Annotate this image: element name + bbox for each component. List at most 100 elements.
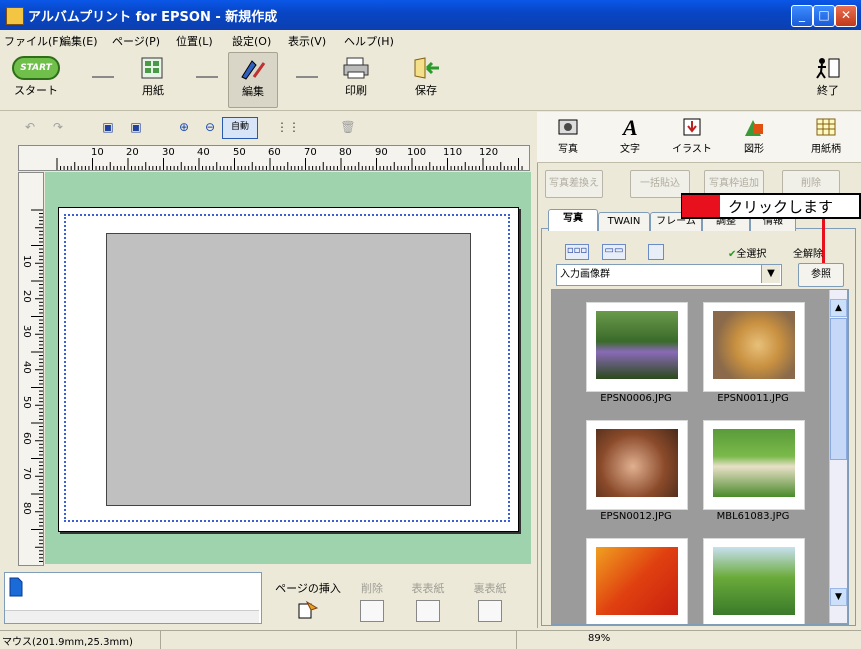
edit-icon (241, 60, 266, 80)
window-title: アルバムプリント for EPSON - 新規作成 (28, 10, 278, 25)
photo-thumbnail[interactable] (586, 538, 688, 624)
minimize-button[interactable]: _ (791, 5, 813, 27)
replace-photo-button[interactable]: 写真差換え (545, 170, 603, 198)
menu-file[interactable]: ファイル(F) (4, 33, 63, 49)
image-source-value: 入力画像群 (560, 269, 610, 280)
grid-icon[interactable]: ⋮⋮ (276, 117, 300, 137)
select-all-button[interactable]: ✔全選択 (728, 245, 766, 260)
ruler-label: 90 (375, 147, 388, 158)
small-thumbs-icon[interactable]: ▫▫▫ (565, 244, 589, 260)
edit-subtoolbar: ↶ ↷ ▣ ▣ ⊕ ⊖ 自動 ⋮⋮ 🗑 (0, 112, 536, 142)
insert-page-button[interactable]: ページの挿入 (268, 580, 348, 620)
start-button[interactable]: START スタート (6, 56, 66, 98)
print-label: 印刷 (345, 84, 367, 97)
select-all-label: 全選択 (736, 249, 767, 260)
ruler-label: 80 (339, 147, 352, 158)
vertical-ruler: 10 20 30 40 50 60 70 80 (18, 172, 44, 566)
status-divider (516, 631, 517, 649)
photo-tool-button[interactable]: 写真 (541, 116, 595, 155)
delete-page-icon (360, 600, 384, 622)
photo-thumbnail[interactable] (703, 538, 805, 624)
paper-pattern-tool-button[interactable]: 用紙柄 (799, 116, 853, 155)
front-cover-button[interactable]: 表表紙 (408, 580, 448, 622)
ruler-label: 60 (21, 432, 32, 445)
chevron-down-icon[interactable]: ▼ (761, 265, 780, 283)
undo-icon[interactable]: ↶ (20, 117, 40, 137)
ruler-corner (0, 145, 18, 169)
exit-button[interactable]: 終了 (808, 56, 848, 98)
scroll-up-icon[interactable]: ▲ (830, 299, 847, 317)
shape-icon (745, 120, 763, 136)
menu-page[interactable]: ページ(P) (112, 33, 160, 49)
maximize-button[interactable]: □ (813, 5, 835, 27)
zoom-out-icon[interactable]: ⊖ (200, 117, 220, 137)
ruler-label: 80 (21, 502, 32, 515)
illust-icon (683, 118, 701, 136)
callout-marker (682, 195, 720, 217)
large-thumbs-icon[interactable]: ▭▭ (602, 244, 626, 260)
scrollbar-thumb[interactable] (830, 318, 847, 460)
insert-page-label: ページの挿入 (275, 582, 341, 595)
delete-page-button[interactable]: 削除 (356, 580, 388, 622)
image-source-select[interactable]: 入力画像群 (556, 264, 782, 286)
status-divider (160, 631, 161, 649)
ruler-label: 20 (21, 290, 32, 303)
start-icon: START (12, 56, 60, 80)
back-cover-button[interactable]: 裏表紙 (470, 580, 510, 622)
scroll-down-icon[interactable]: ▼ (830, 588, 847, 606)
print-button[interactable]: 印刷 (334, 56, 378, 98)
photo-thumbnail[interactable] (703, 420, 805, 510)
delete-page-label: 削除 (361, 582, 383, 595)
single-view-icon[interactable] (648, 244, 664, 260)
front-cover-icon (416, 600, 440, 622)
menu-position[interactable]: 位置(L) (176, 33, 213, 49)
redo-icon[interactable]: ↷ (48, 117, 68, 137)
illust-tool-button[interactable]: イラスト (665, 116, 719, 155)
step-arrow (92, 66, 114, 78)
title-bar[interactable]: アルバムプリント for EPSON - 新規作成 _ □ ✕ (0, 0, 861, 30)
menu-help[interactable]: ヘルプ(H) (344, 33, 394, 49)
deselect-all-button[interactable]: 全解除 (793, 245, 823, 260)
photo-filename: MBL61083.JPG (716, 511, 790, 522)
photo-frame[interactable] (106, 233, 471, 506)
ruler-label: 40 (197, 147, 210, 158)
ruler-label: 20 (126, 147, 139, 158)
step-arrow (196, 66, 218, 78)
shape-tool-button[interactable]: 図形 (727, 116, 781, 155)
page-list-scrollbar[interactable] (5, 610, 259, 623)
save-button[interactable]: 保存 (404, 56, 448, 98)
photo-image (596, 311, 678, 379)
photo-thumbnail[interactable] (586, 420, 688, 510)
photo-thumbnail[interactable] (703, 302, 805, 392)
photo-filename: EPSN0012.JPG (600, 511, 672, 522)
send-back-icon[interactable]: ▣ (126, 117, 146, 137)
page-thumbnail-list[interactable] (4, 572, 262, 624)
photo-filename: EPSN0006.JPG (600, 393, 672, 404)
material-toolbar: 写真 A 文字 イラスト 図形 用紙柄 (537, 112, 861, 163)
paper-pattern-tool-label: 用紙柄 (811, 144, 841, 155)
photo-icon (558, 119, 578, 135)
zoom-in-icon[interactable]: ⊕ (174, 117, 194, 137)
ruler-label: 30 (162, 147, 175, 158)
auto-fit-button[interactable]: 自動 (222, 117, 258, 139)
trash-icon[interactable]: 🗑 (338, 117, 358, 137)
menu-edit[interactable]: 編集(E) (60, 33, 98, 49)
menu-bar: ファイル(F) 編集(E) ページ(P) 位置(L) 設定(O) 表示(V) ヘ… (0, 30, 861, 50)
ruler-label: 110 (443, 147, 463, 158)
tab-photo[interactable]: 写真 (548, 209, 598, 231)
menu-settings[interactable]: 設定(O) (232, 33, 271, 49)
browse-button[interactable]: 参照 (798, 263, 844, 287)
photo-gallery[interactable]: EPSN0006.JPG EPSN0011.JPG EPSN0012.JPG M… (551, 289, 849, 625)
text-tool-button[interactable]: A 文字 (603, 116, 657, 155)
bring-front-icon[interactable]: ▣ (98, 117, 118, 137)
mouse-position: マウス(201.9mm,25.3mm) (2, 637, 133, 648)
exit-label: 終了 (817, 84, 839, 97)
paper-button[interactable]: 用紙 (128, 56, 178, 98)
close-button[interactable]: ✕ (835, 5, 857, 27)
menu-view[interactable]: 表示(V) (288, 33, 326, 49)
photo-image (713, 547, 795, 615)
edit-button[interactable]: 編集 (228, 52, 278, 108)
ruler-label: 50 (233, 147, 246, 158)
photo-thumbnail[interactable] (586, 302, 688, 392)
tab-twain[interactable]: TWAIN (598, 212, 650, 231)
